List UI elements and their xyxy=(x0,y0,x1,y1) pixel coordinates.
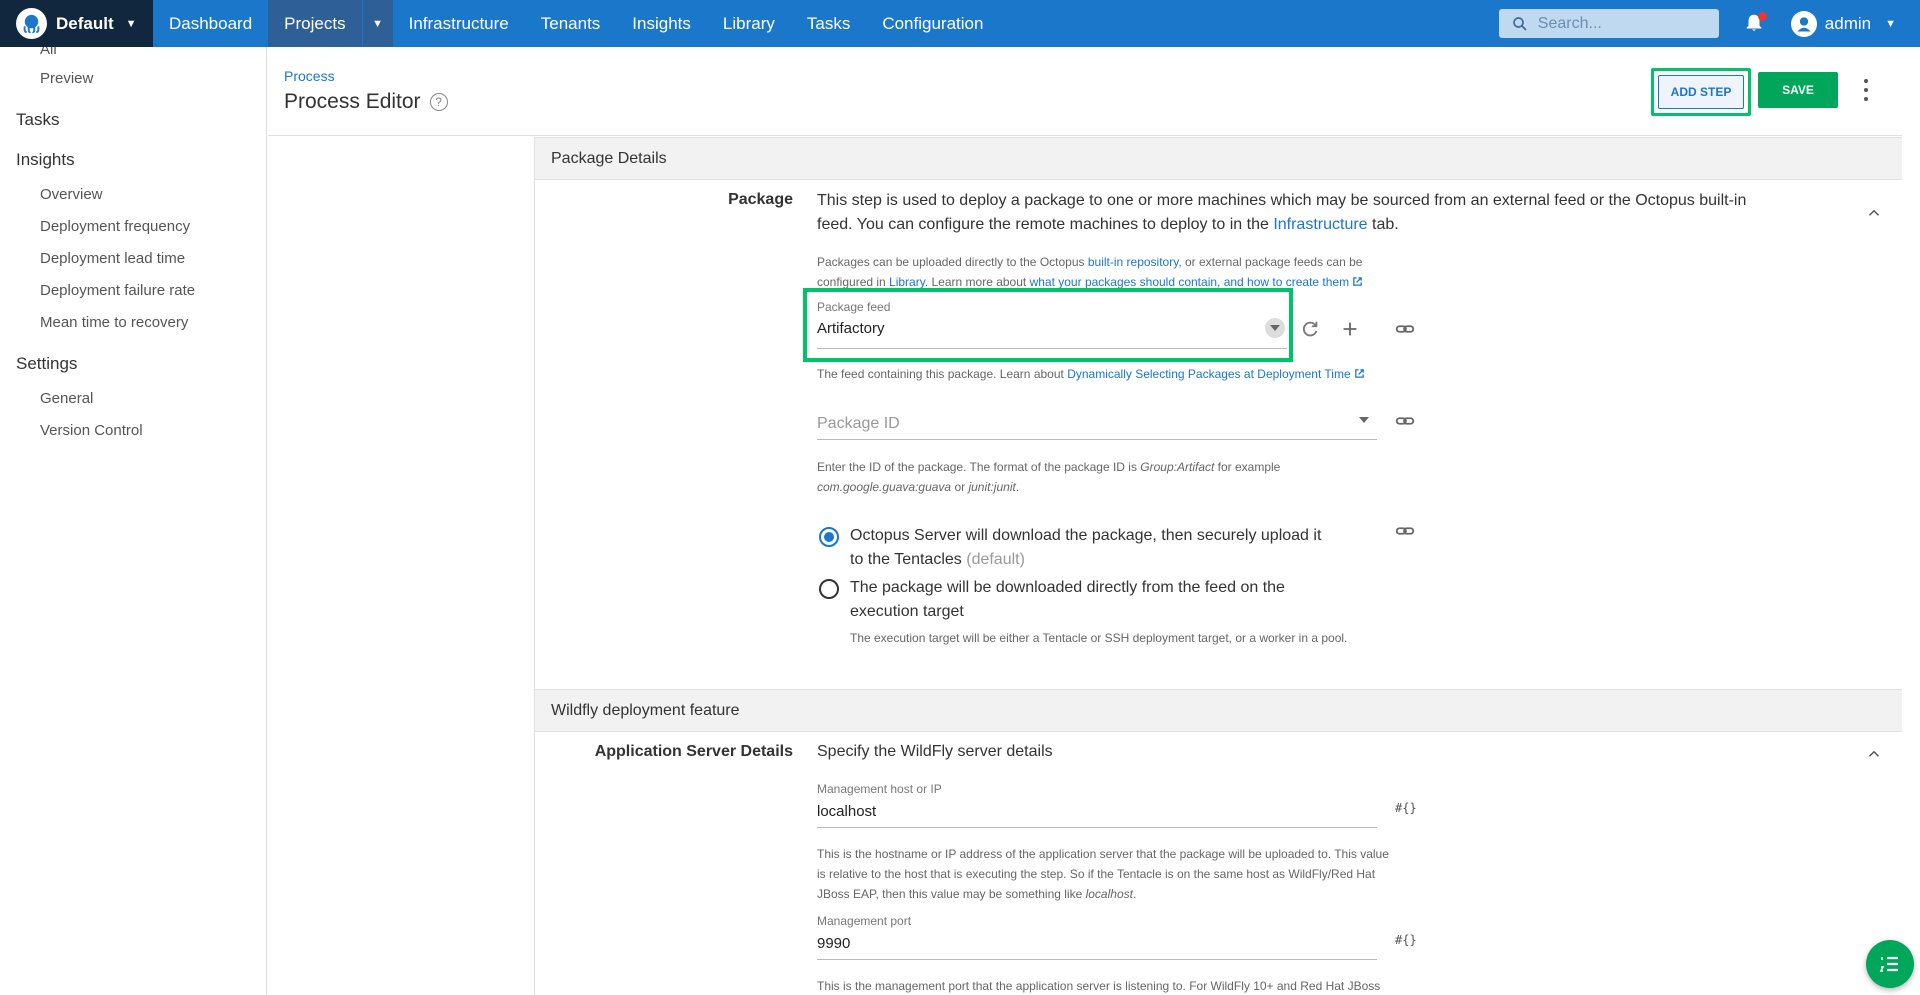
plus-icon[interactable] xyxy=(1338,317,1362,341)
octopus-logo-icon xyxy=(16,8,47,39)
sidebar-item-mean-time-to-recovery[interactable]: Mean time to recovery xyxy=(40,314,188,331)
package-feed-select[interactable]: Artifactory xyxy=(817,320,885,337)
page-header: Process Process Editor ? ADD STEP SAVE xyxy=(268,47,1902,136)
package-description-line1: This step is used to deploy a package to… xyxy=(817,192,1747,209)
sidebar-item-preview[interactable]: Preview xyxy=(40,70,93,87)
package-feed-underline xyxy=(817,348,1287,349)
refresh-icon[interactable] xyxy=(1298,317,1322,341)
radio-target-download[interactable] xyxy=(819,579,839,599)
package-id-dropdown-icon[interactable] xyxy=(1359,417,1369,423)
section-header-wildfly: Wildfly deployment feature xyxy=(535,689,1902,732)
nav-right: admin ▼ xyxy=(1498,0,1920,47)
sidebar-item-deployment-frequency[interactable]: Deployment frequency xyxy=(40,218,190,235)
sidebar-item-deployment-lead-time[interactable]: Deployment lead time xyxy=(40,250,185,267)
nav-tenants[interactable]: Tenants xyxy=(525,0,617,47)
external-link-icon xyxy=(1353,277,1362,286)
user-menu[interactable]: admin ▼ xyxy=(1790,10,1896,37)
package-description: This step is used to deploy a package to… xyxy=(817,189,1746,237)
add-step-highlight: ADD STEP xyxy=(1651,68,1751,116)
variable-insert-button[interactable]: #{} xyxy=(1395,933,1417,947)
sidebar-heading-insights[interactable]: Insights xyxy=(16,150,75,170)
radio-target-download-label[interactable]: The package will be downloaded directly … xyxy=(850,576,1390,624)
chevron-up-icon[interactable] xyxy=(1865,204,1883,222)
nav-library[interactable]: Library xyxy=(707,0,791,47)
link-icon[interactable] xyxy=(1393,409,1417,433)
nav-projects-group: Projects ▼ xyxy=(268,0,393,47)
projects-dropdown-icon[interactable]: ▼ xyxy=(361,0,393,47)
radio-server-download-label[interactable]: Octopus Server will download the package… xyxy=(850,524,1390,572)
chevron-up-icon[interactable] xyxy=(1865,745,1883,763)
task-list-icon xyxy=(1879,956,1898,972)
management-port-help: This is the management port that the app… xyxy=(817,979,1381,993)
user-name: admin xyxy=(1824,13,1872,33)
package-feed-label: Package feed xyxy=(817,300,891,314)
sidebar-item-overview[interactable]: Overview xyxy=(40,186,103,203)
top-navigation: Default ▼ Dashboard Projects ▼ Infrastru… xyxy=(0,0,1920,47)
external-link-icon xyxy=(1354,369,1364,378)
infrastructure-link[interactable]: Infrastructure xyxy=(1273,216,1367,233)
package-id-input[interactable]: Package ID xyxy=(817,415,900,433)
task-list-button[interactable] xyxy=(1866,940,1914,988)
save-button[interactable]: SAVE xyxy=(1758,72,1838,108)
sidebar: All Preview Tasks Insights Overview Depl… xyxy=(0,47,267,995)
nav-infrastructure[interactable]: Infrastructure xyxy=(393,0,525,47)
nav-insights[interactable]: Insights xyxy=(616,0,707,47)
management-host-label: Management host or IP xyxy=(817,782,942,796)
dynamic-packages-link[interactable]: Dynamically Selecting Packages at Deploy… xyxy=(1067,367,1350,381)
sidebar-item-general[interactable]: General xyxy=(40,390,93,407)
search-icon xyxy=(1512,16,1527,31)
management-port-underline xyxy=(817,959,1377,960)
nav-dashboard[interactable]: Dashboard xyxy=(153,0,268,47)
sidebar-item-tasks[interactable]: Tasks xyxy=(16,110,59,130)
radio-target-help: The execution target will be either a Te… xyxy=(850,631,1348,645)
link-icon[interactable] xyxy=(1393,317,1417,341)
search-box[interactable] xyxy=(1498,9,1719,38)
user-avatar-icon xyxy=(1790,10,1817,37)
page-title: Process Editor ? xyxy=(284,90,448,114)
space-name: Default xyxy=(56,13,114,33)
page-title-text: Process Editor xyxy=(284,90,421,113)
more-options-icon[interactable] xyxy=(1856,79,1876,101)
search-input[interactable] xyxy=(1537,14,1698,33)
nav-tasks[interactable]: Tasks xyxy=(791,0,866,47)
chevron-down-icon: ▼ xyxy=(1885,17,1896,30)
package-feed-help: The feed containing this package. Learn … xyxy=(817,364,1417,384)
add-step-button[interactable]: ADD STEP xyxy=(1658,75,1744,109)
sidebar-item-version-control[interactable]: Version Control xyxy=(40,422,143,439)
application-server-description: Specify the WildFly server details xyxy=(817,743,1053,760)
library-link[interactable]: Library xyxy=(889,275,925,289)
management-host-underline xyxy=(817,827,1377,828)
help-icon[interactable]: ? xyxy=(429,93,448,111)
process-step-form: Package Details Package This step is use… xyxy=(534,137,1902,995)
package-description-line2: feed. You can configure the remote machi… xyxy=(817,216,1399,233)
notification-dot xyxy=(1757,11,1767,21)
space-switcher[interactable]: Default ▼ xyxy=(0,0,153,47)
link-icon[interactable] xyxy=(1393,519,1417,543)
notifications-button[interactable] xyxy=(1743,11,1767,36)
management-port-label: Management port xyxy=(817,914,912,928)
built-in-repository-link[interactable]: built-in repository xyxy=(1088,255,1178,269)
nav-configuration[interactable]: Configuration xyxy=(866,0,999,47)
sidebar-heading-settings[interactable]: Settings xyxy=(16,354,77,374)
package-id-underline xyxy=(817,439,1377,440)
package-guide-link[interactable]: what your packages should contain, and h… xyxy=(1030,275,1350,289)
variable-insert-button[interactable]: #{} xyxy=(1395,801,1417,815)
breadcrumb[interactable]: Process xyxy=(284,68,335,84)
nav-projects[interactable]: Projects xyxy=(268,0,362,47)
chevron-down-icon: ▼ xyxy=(125,17,137,30)
management-port-input[interactable]: 9990 xyxy=(817,935,850,952)
management-host-input[interactable]: localhost xyxy=(817,803,876,820)
management-host-help: This is the hostname or IP address of th… xyxy=(817,847,1389,901)
sidebar-item-all[interactable]: All xyxy=(40,47,57,58)
section-header-package-details: Package Details xyxy=(535,137,1902,180)
package-id-help: Enter the ID of the package. The format … xyxy=(817,460,1281,494)
package-label: Package xyxy=(728,191,793,208)
package-upload-help: Packages can be uploaded directly to the… xyxy=(817,255,1363,289)
sidebar-item-deployment-failure-rate[interactable]: Deployment failure rate xyxy=(40,282,195,299)
package-feed-dropdown-icon[interactable] xyxy=(1265,318,1285,338)
radio-server-download[interactable] xyxy=(819,527,839,547)
application-server-label: Application Server Details xyxy=(594,743,793,760)
